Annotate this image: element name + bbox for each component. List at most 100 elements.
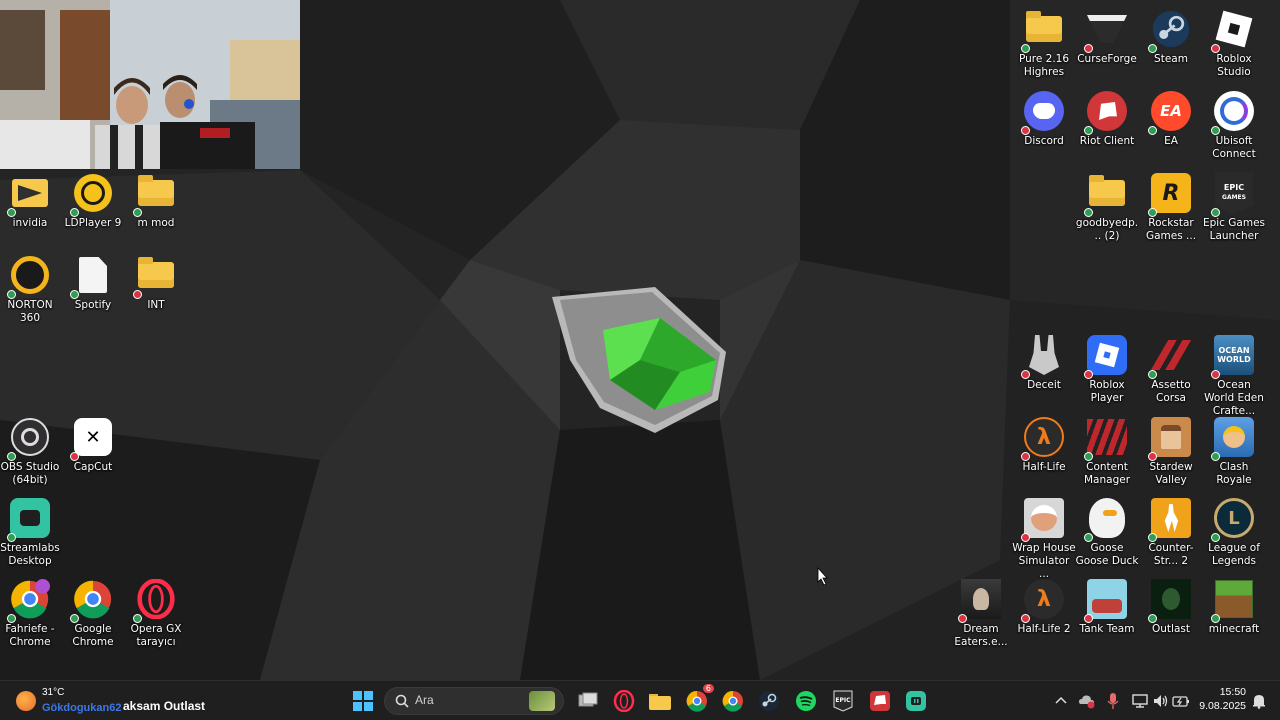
- display-icon[interactable]: [1131, 692, 1149, 710]
- sync-error-badge-icon: [1021, 614, 1030, 623]
- microphone-icon[interactable]: [1106, 692, 1120, 710]
- desktop-icon-wrap-house-simulator[interactable]: Wrap House Simulator ...: [1012, 497, 1076, 581]
- desktop-icon-curseforge[interactable]: CurseForge: [1075, 8, 1139, 66]
- taskbar-streamlabs[interactable]: [901, 687, 931, 715]
- assetto-corsa-icon: [1148, 334, 1192, 379]
- clock[interactable]: 15:50 9.08.2025: [1196, 686, 1246, 716]
- spotify-icon: [796, 691, 816, 711]
- desktop-icon-ocean-world-eden-crafte[interactable]: OCEAN WORLD Ocean World Eden Crafte...: [1202, 334, 1266, 418]
- taskbar-spotify[interactable]: [791, 687, 821, 715]
- desktop-icon-label: Pure 2.16 Highres: [1018, 53, 1070, 78]
- ocean-world-icon: OCEAN WORLD: [1211, 334, 1255, 379]
- desktop-icon-riot-client[interactable]: Riot Client: [1075, 90, 1139, 148]
- taskbar-epic-games[interactable]: EPIC: [828, 687, 858, 715]
- battery-icon[interactable]: [1172, 692, 1190, 710]
- epic-games-icon: EPIC: [833, 690, 853, 712]
- desktop-icon-tank-team[interactable]: Tank Team: [1075, 578, 1139, 636]
- desktop-icon-epic-games-launcher[interactable]: EPIC GAMES Epic Games Launcher: [1202, 172, 1266, 243]
- folder-icon: [133, 254, 177, 299]
- task-view-icon: [578, 692, 598, 707]
- sync-ok-badge-icon: [133, 208, 142, 217]
- desktop-icon-assetto-corsa[interactable]: Assetto Corsa: [1139, 334, 1203, 405]
- desktop-icon-label: Discord: [1024, 135, 1064, 147]
- desktop-icon-label: CurseForge: [1077, 53, 1137, 65]
- desktop-icon-pure-2-16-highres[interactable]: Pure 2.16 Highres: [1012, 8, 1076, 79]
- desktop-icon-half-life[interactable]: λ Half-Life: [1012, 416, 1076, 474]
- cloud-sync-icon: [1079, 695, 1095, 709]
- counter-strike-icon: [1148, 497, 1192, 542]
- desktop-icon-clash-royale[interactable]: Clash Royale: [1202, 416, 1266, 487]
- sync-ok-badge-icon: [1084, 208, 1093, 217]
- desktop-icon-dream-eaters-e[interactable]: Dream Eaters.e...: [949, 578, 1013, 649]
- desktop-icon-deceit[interactable]: Deceit: [1012, 334, 1076, 392]
- desktop-icon-roblox-studio[interactable]: Roblox Studio: [1202, 8, 1266, 79]
- volume-icon[interactable]: [1152, 692, 1170, 710]
- search-input[interactable]: [415, 693, 515, 707]
- desktop-icon-ldplayer-9[interactable]: LDPlayer 9: [61, 172, 125, 230]
- sync-error-badge-icon: [1211, 370, 1220, 379]
- desktop-icon-label: Ocean World Eden Crafte...: [1204, 379, 1264, 417]
- desktop-icon-half-life-2[interactable]: λ Half-Life 2: [1012, 578, 1076, 636]
- sync-error-badge-icon: [1084, 614, 1093, 623]
- chrome-icon: [70, 578, 114, 623]
- desktop-icon-streamlabs-desktop[interactable]: Streamlabs Desktop: [0, 497, 62, 568]
- desktop-icon-ubisoft-connect[interactable]: Ubisoft Connect: [1202, 90, 1266, 161]
- desktop-icon-stardew-valley[interactable]: Stardew Valley: [1139, 416, 1203, 487]
- notification-bell-icon[interactable]: [1252, 693, 1266, 709]
- taskbar-file-explorer[interactable]: [645, 687, 675, 715]
- desktop-icon-google-chrome[interactable]: Google Chrome: [61, 578, 125, 649]
- desktop-icon-goodbyedp-2[interactable]: goodbyedp... (2): [1075, 172, 1139, 243]
- desktop-icon-minecraft[interactable]: minecraft: [1202, 578, 1266, 636]
- desktop-icon-int[interactable]: INT: [124, 254, 188, 312]
- taskbar-chrome[interactable]: [718, 687, 748, 715]
- desktop-icon-counter-str-2[interactable]: Counter-Str... 2: [1139, 497, 1203, 568]
- sync-ok-badge-icon: [1084, 452, 1093, 461]
- desktop-icon-fahriefe-chrome[interactable]: Fahriefe - Chrome: [0, 578, 62, 649]
- desktop-icon-content-manager[interactable]: Content Manager: [1075, 416, 1139, 487]
- roblox-icon: [1084, 334, 1128, 379]
- deceit-icon: [1021, 334, 1065, 379]
- desktop-icon-invidia[interactable]: invidia: [0, 172, 62, 230]
- goose-goose-duck-icon: [1084, 497, 1128, 542]
- tray-app-icon[interactable]: [1078, 692, 1096, 710]
- taskbar-opera-gx[interactable]: [609, 687, 639, 715]
- desktop-icon-league-of-legends[interactable]: L League of Legends: [1202, 497, 1266, 568]
- desktop-icon-opera-gx-taray-c[interactable]: Opera GX tarayıcı: [124, 578, 188, 649]
- desktop-icon-roblox-player[interactable]: Roblox Player: [1075, 334, 1139, 405]
- sync-error-badge-icon: [1021, 452, 1030, 461]
- desktop-icon-steam[interactable]: Steam: [1139, 8, 1203, 66]
- desktop-icon-label: Spotify: [74, 299, 112, 311]
- desktop-icon-label: Content Manager: [1083, 461, 1131, 486]
- task-view-button[interactable]: [573, 687, 603, 715]
- desktop-icon-ea[interactable]: EA EA: [1139, 90, 1203, 148]
- sync-ok-badge-icon: [1148, 208, 1157, 217]
- taskbar-chrome-profile[interactable]: 6: [682, 684, 714, 715]
- taskbar-riot-client[interactable]: [865, 687, 895, 715]
- half-life-icon: λ: [1021, 416, 1065, 461]
- file-icon: [70, 254, 114, 299]
- weather-temp: 31°C: [42, 687, 65, 698]
- desktop-icon-goose-goose-duck[interactable]: Goose Goose Duck: [1075, 497, 1139, 568]
- tray-overflow-chevron-icon[interactable]: [1054, 693, 1068, 707]
- desktop-icon-discord[interactable]: Discord: [1012, 90, 1076, 148]
- obs-icon: [7, 416, 51, 461]
- sync-error-badge-icon: [1148, 452, 1157, 461]
- desktop-icon-outlast[interactable]: Outlast: [1139, 578, 1203, 636]
- desktop-icon-spotify[interactable]: Spotify: [61, 254, 125, 312]
- desktop-icon-rockstar-games[interactable]: R Rockstar Games ...: [1139, 172, 1203, 243]
- desktop-icon-capcut[interactable]: ✕ CapCut: [61, 416, 125, 474]
- taskbar-steam[interactable]: [754, 687, 784, 715]
- taskbar-search-box[interactable]: [384, 687, 564, 715]
- desktop-icon-norton-360[interactable]: NORTON 360: [0, 254, 62, 325]
- sync-ok-badge-icon: [1148, 44, 1157, 53]
- stardew-icon: [1148, 416, 1192, 461]
- desktop-icon-m-mod[interactable]: m mod: [124, 172, 188, 230]
- sync-ok-badge-icon: [7, 533, 16, 542]
- weather-widget[interactable]: 31°C Gökdogukan62: [14, 685, 121, 717]
- desktop-icon-label: invidia: [12, 217, 48, 229]
- start-button[interactable]: [348, 687, 378, 715]
- desktop-icon-label: Google Chrome: [72, 623, 114, 648]
- sync-ok-badge-icon: [70, 614, 79, 623]
- desktop-icon-obs-studio-64bit[interactable]: OBS Studio (64bit): [0, 416, 62, 487]
- ldplayer-icon: [70, 172, 114, 217]
